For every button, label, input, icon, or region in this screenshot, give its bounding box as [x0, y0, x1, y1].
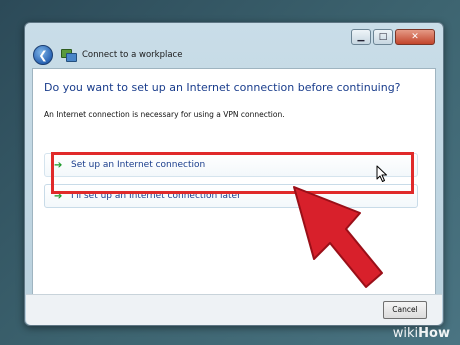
caption-buttons: ▁ □ ✕: [351, 29, 435, 45]
close-button[interactable]: ✕: [395, 29, 435, 45]
window-title: Connect to a workplace: [82, 50, 183, 60]
network-icon: [61, 49, 77, 62]
nav-bar: ❮ Connect to a workplace: [33, 45, 182, 65]
pointer-arrow-icon: [293, 186, 383, 288]
cancel-button[interactable]: Cancel: [383, 301, 427, 319]
page-title: Do you want to set up an Internet connec…: [44, 81, 401, 94]
maximize-button[interactable]: □: [373, 29, 393, 45]
mouse-cursor-icon: [376, 165, 387, 182]
back-arrow-icon: ❮: [38, 48, 48, 62]
minimize-button[interactable]: ▁: [351, 29, 371, 45]
dialog-footer: Cancel: [26, 294, 442, 325]
description-text: An Internet connection is necessary for …: [44, 110, 285, 119]
wikihow-watermark: wikiHow: [392, 326, 450, 341]
back-button[interactable]: ❮: [33, 45, 53, 65]
